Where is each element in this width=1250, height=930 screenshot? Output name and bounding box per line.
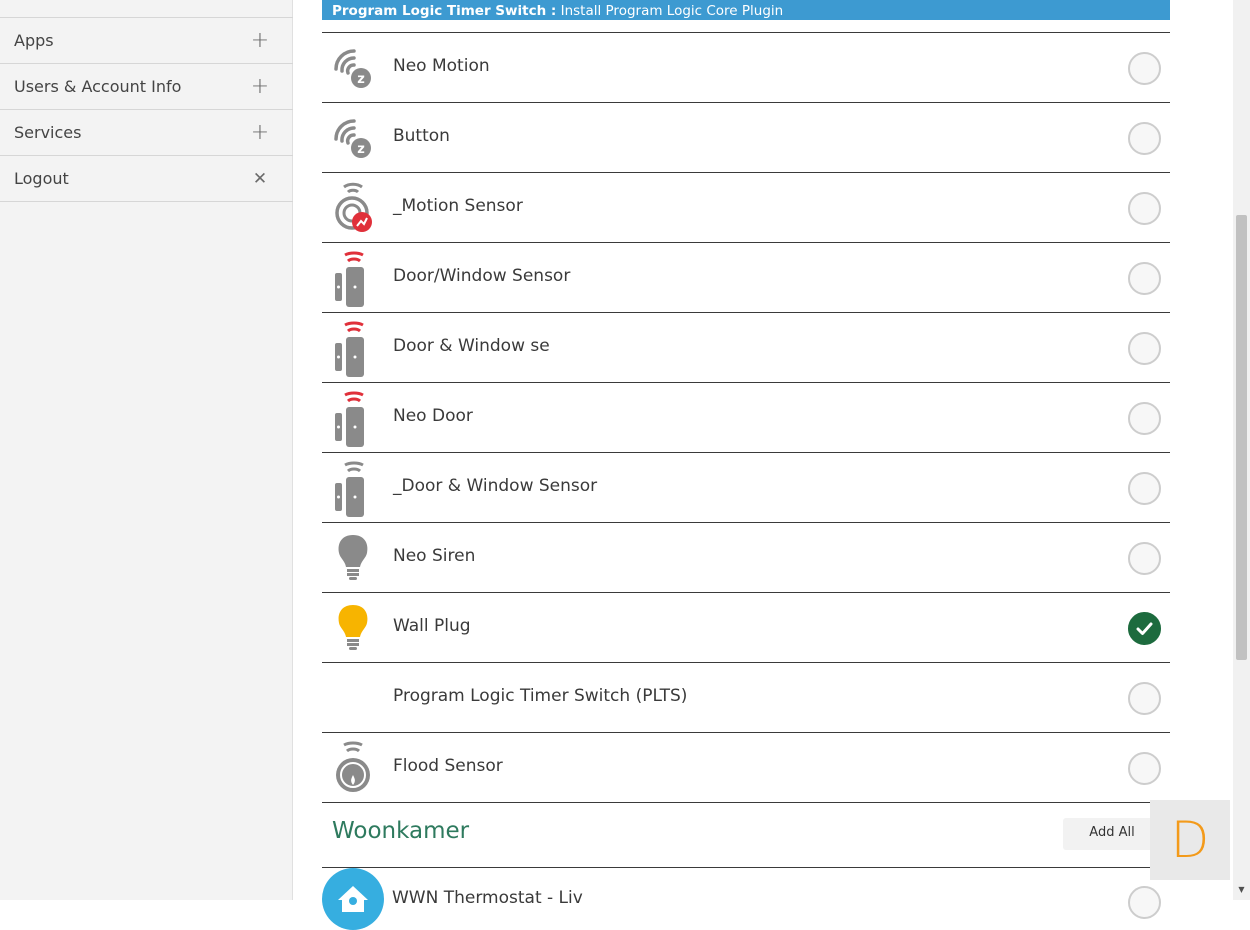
device-select-radio[interactable] [1128,542,1161,575]
device-row[interactable]: Neo Door [322,383,1170,453]
device-row[interactable]: Neo Siren [322,523,1170,593]
device-row[interactable]: Door & Window se [322,313,1170,383]
sidebar-item-label: Logout [14,169,69,188]
device-row[interactable]: Wall Plug [322,593,1170,663]
device-select-radio[interactable] [1128,52,1161,85]
add-all-button[interactable]: Add All [1063,818,1161,850]
zwave-icon: z [332,111,374,163]
banner-title: Program Logic Timer Switch : [332,3,557,19]
device-name: Neo Motion [393,56,490,76]
expand-plus-icon[interactable]: + [227,28,293,53]
scroll-down-arrow-icon[interactable]: ▼ [1236,884,1247,896]
bulb-on-icon [332,601,374,653]
sidebar-item-apps[interactable]: Apps + [0,18,293,64]
device-list-panel: Program Logic Timer Switch : Install Pro… [322,0,1170,930]
device-name: Neo Door [393,406,473,426]
sidebar-item-services[interactable]: Services + [0,110,293,156]
device-row[interactable]: Door/Window Sensor [322,243,1170,313]
close-icon[interactable]: ✕ [227,169,293,189]
device-row[interactable]: Flood Sensor [322,733,1170,803]
sidebar-item-label: Apps [14,31,54,50]
door-sensor-icon [332,391,374,447]
device-row[interactable]: z Button [322,103,1170,173]
sidebar-item-label: Services [14,123,82,142]
sidebar-item-logout[interactable]: Logout ✕ [0,156,293,202]
device-name: Flood Sensor [393,756,503,776]
device-row[interactable]: z Neo Motion [322,33,1170,103]
bulb-off-icon [332,531,374,583]
device-name: Door & Window se [393,336,550,356]
device-name: _Motion Sensor [393,196,523,216]
svg-text:z: z [357,72,365,87]
zwave-icon: z [332,41,374,93]
device-select-radio[interactable] [1128,682,1161,715]
device-name: Wall Plug [393,616,471,636]
door-sensor-gray-icon [332,461,374,517]
device-select-radio[interactable] [1128,122,1161,155]
device-name: Program Logic Timer Switch (PLTS) [393,686,688,706]
device-name: _Door & Window Sensor [393,476,598,496]
device-name: Button [393,126,450,146]
banner-message: Install Program Logic Core Plugin [556,3,784,19]
svg-text:z: z [357,142,365,157]
scrollbar-thumb[interactable] [1236,215,1247,660]
device-select-radio-checked[interactable] [1128,612,1161,645]
device-select-radio[interactable] [1128,752,1161,785]
device-select-radio[interactable] [1128,402,1161,435]
device-select-radio[interactable] [1128,192,1161,225]
sidebar: Apps + Users & Account Info + Services +… [0,0,293,900]
plugin-warning-banner[interactable]: Program Logic Timer Switch : Install Pro… [322,0,1170,20]
expand-plus-icon[interactable]: + [227,120,293,145]
device-row[interactable]: _Motion Sensor [322,173,1170,243]
device-row[interactable]: _Door & Window Sensor [322,453,1170,523]
expand-plus-icon[interactable]: + [227,74,293,99]
room-title: Woonkamer [332,818,470,844]
device-select-radio[interactable] [1128,886,1161,919]
sidebar-item-label: Users & Account Info [14,77,182,96]
flood-sensor-icon [332,741,374,793]
motion-sensor-icon [332,181,374,233]
device-name: Neo Siren [393,546,476,566]
device-select-radio[interactable] [1128,332,1161,365]
thermostat-icon [322,868,384,930]
device-select-radio[interactable] [1128,472,1161,505]
device-name: WWN Thermostat - Liv [392,888,583,908]
divider [322,867,1170,868]
checkmark-icon [1136,622,1153,635]
device-select-radio[interactable] [1128,262,1161,295]
door-sensor-icon [332,321,374,377]
device-name: Door/Window Sensor [393,266,571,286]
sidebar-item-users-account[interactable]: Users & Account Info + [0,64,293,110]
door-sensor-icon [332,251,374,307]
device-row[interactable]: Program Logic Timer Switch (PLTS) [322,663,1170,733]
floating-widget-button[interactable]: D [1150,800,1230,880]
sidebar-divider [0,17,293,18]
